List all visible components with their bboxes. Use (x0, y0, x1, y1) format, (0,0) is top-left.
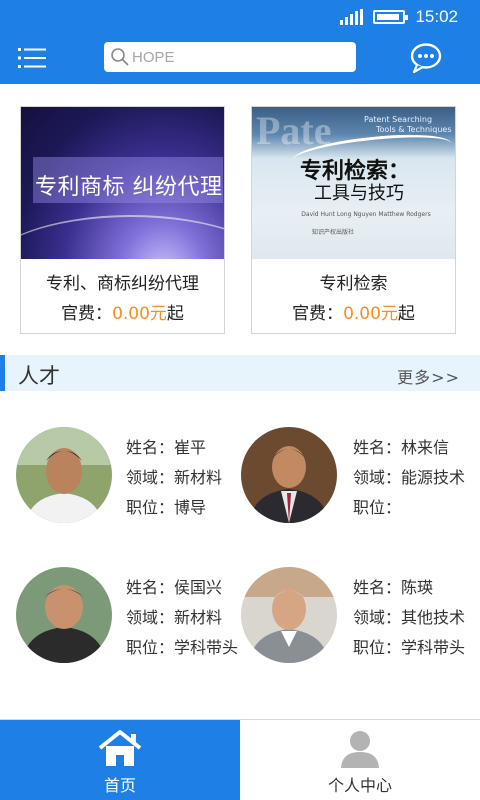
menu-button[interactable] (16, 44, 50, 72)
nav-profile[interactable]: 个人中心 (240, 720, 480, 800)
user-icon (341, 731, 379, 768)
talent-section-header: 人才 更多>> (0, 355, 480, 391)
menu-icon (18, 48, 46, 68)
more-link[interactable]: 更多>> (397, 364, 460, 388)
search-bar[interactable] (104, 42, 356, 72)
talent-item[interactable]: 姓名：林来信 领域：能源技术 职位： (241, 427, 471, 527)
home-icon (98, 730, 142, 766)
signal-icon (340, 9, 364, 25)
chat-bubble-icon (410, 43, 442, 74)
search-input[interactable] (132, 48, 342, 66)
service-image-trademark: 专利商标 纠纷代理 (21, 107, 224, 259)
avatar (16, 427, 112, 523)
talent-name: 林来信 (401, 438, 450, 457)
avatar (241, 427, 337, 523)
search-icon (111, 48, 129, 66)
talent-position: 学科带头 (401, 638, 466, 657)
talent-field: 能源技术 (401, 468, 466, 487)
talent-position: 博导 (174, 498, 207, 517)
talent-item[interactable]: 姓名：侯国兴 领域：新材料 职位：学科带头 (16, 567, 246, 667)
battery-icon (373, 10, 409, 24)
status-time: 15:02 (415, 7, 458, 26)
message-button[interactable] (408, 40, 444, 76)
talent-name: 侯国兴 (174, 578, 223, 597)
service-card-trademark[interactable]: 专利商标 纠纷代理 专利、商标纠纷代理 官费：0.00元起 (20, 106, 225, 334)
app-header (0, 34, 480, 84)
fee-amount: 0.00元 (343, 304, 398, 324)
talent-item[interactable]: 姓名：陈瑛 领域：其他技术 职位：学科带头 (241, 567, 471, 667)
service-card-patent-search[interactable]: Pate Patent Searching Tools & Techniques… (251, 106, 456, 334)
talent-field: 新材料 (174, 468, 223, 487)
bottom-navigation: 首页 个人中心 (0, 719, 480, 800)
avatar (241, 567, 337, 663)
service-fee: 官费：0.00元起 (292, 304, 415, 324)
talent-field: 其他技术 (401, 608, 466, 627)
nav-home[interactable]: 首页 (0, 720, 240, 800)
nav-home-label: 首页 (103, 776, 136, 795)
avatar (16, 567, 112, 663)
talent-position: 学科带头 (174, 638, 239, 657)
service-image-patent-search: Pate Patent Searching Tools & Techniques… (252, 107, 455, 259)
talent-field: 新材料 (174, 608, 223, 627)
status-bar: 15:02 (0, 0, 480, 34)
nav-profile-label: 个人中心 (327, 776, 392, 795)
service-title: 专利检索 (319, 274, 388, 294)
fee-amount: 0.00元 (112, 304, 167, 324)
service-fee: 官费：0.00元起 (61, 304, 184, 324)
talent-name: 陈瑛 (401, 578, 434, 597)
service-title: 专利、商标纠纷代理 (46, 274, 199, 294)
talent-item[interactable]: 姓名：崔平 领域：新材料 职位：博导 (16, 427, 246, 527)
section-title: 人才 (18, 364, 60, 388)
talent-name: 崔平 (174, 438, 207, 457)
